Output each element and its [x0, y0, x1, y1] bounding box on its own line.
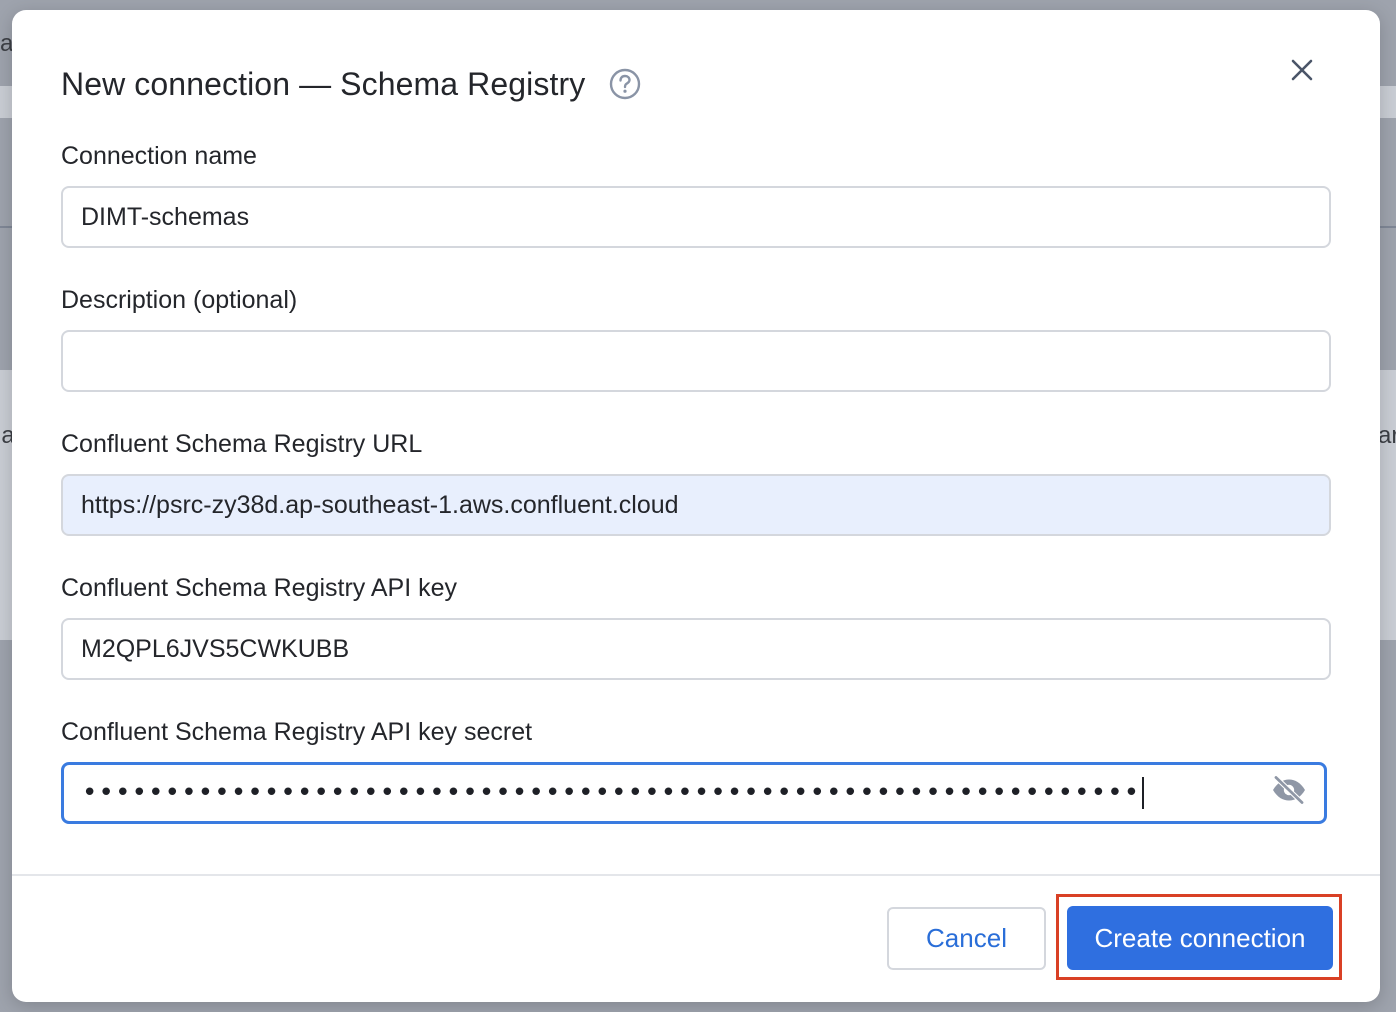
eye-off-icon: [1270, 774, 1308, 812]
create-connection-button[interactable]: Create connection: [1067, 906, 1333, 970]
connection-name-input[interactable]: DIMT-schemas: [61, 186, 1331, 248]
question-circle-icon[interactable]: [609, 68, 641, 100]
registry-url-input[interactable]: https://psrc-zy38d.ap-southeast-1.aws.co…: [61, 474, 1331, 536]
close-icon: [1290, 58, 1314, 87]
api-key-value: M2QPL6JVS5CWKUBB: [81, 634, 350, 663]
dialog-header: New connection — Schema Registry: [61, 54, 1320, 114]
new-connection-dialog: New connection — Schema Registry Connect…: [12, 10, 1380, 1002]
background-text-fragment: ar: [1378, 422, 1396, 449]
footer-divider: [12, 874, 1380, 876]
connection-name-value: DIMT-schemas: [81, 202, 250, 231]
api-secret-input[interactable]: ••••••••••••••••••••••••••••••••••••••••…: [61, 762, 1327, 824]
description-label: Description (optional): [61, 286, 298, 314]
toggle-visibility-button[interactable]: [1270, 774, 1308, 812]
api-secret-label: Confluent Schema Registry API key secret: [61, 718, 533, 746]
registry-url-value: https://psrc-zy38d.ap-southeast-1.aws.co…: [81, 490, 679, 519]
description-input[interactable]: [61, 330, 1331, 392]
api-secret-masked-value: ••••••••••••••••••••••••••••••••••••••••…: [82, 778, 1141, 808]
connection-name-label: Connection name: [61, 142, 257, 170]
api-key-input[interactable]: M2QPL6JVS5CWKUBB: [61, 618, 1331, 680]
api-key-label: Confluent Schema Registry API key: [61, 574, 458, 602]
registry-url-label: Confluent Schema Registry URL: [61, 430, 423, 458]
cancel-button[interactable]: Cancel: [887, 907, 1046, 970]
dialog-title: New connection — Schema Registry: [61, 65, 586, 102]
text-caret: [1142, 777, 1145, 809]
close-button[interactable]: [1284, 54, 1320, 90]
